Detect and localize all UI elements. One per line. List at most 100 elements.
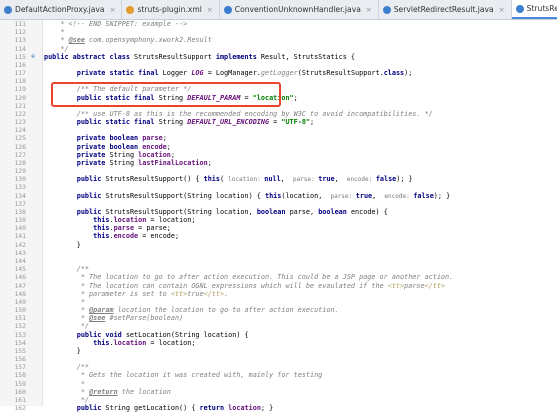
highlight-annotation-box	[51, 82, 281, 107]
close-icon[interactable]: ×	[366, 6, 372, 14]
code-token: public abstract class	[44, 52, 135, 61]
line-number: 118	[14, 77, 26, 86]
code-text: }	[44, 241, 81, 249]
code-token: private boolean	[44, 142, 143, 151]
code-token: parse:	[330, 192, 356, 200]
code-token: = encode;	[138, 232, 180, 241]
code-token: = parse;	[134, 224, 171, 233]
code-text: * @return the location	[44, 388, 171, 396]
code-token: location	[113, 216, 147, 225]
code-token: ); }	[433, 191, 451, 200]
line-number: 124	[14, 126, 26, 135]
code-token: "UTF-8"	[281, 118, 311, 127]
code-line: 114 */	[0, 45, 557, 53]
code-token: @return	[89, 387, 118, 396]
code-token: private static final	[44, 69, 163, 78]
code-token: location:	[228, 176, 265, 184]
code-token: setLocation(String location) {	[125, 330, 249, 339]
line-number: 156	[14, 355, 26, 364]
close-icon[interactable]: ×	[207, 6, 213, 14]
line-number: 142	[14, 240, 26, 249]
tab-label: ConventionUnknownHandler.java	[234, 5, 361, 14]
code-text: */	[44, 322, 89, 330]
code-token: Logger	[162, 69, 192, 78]
gutter-marker-icon[interactable]: ⊕	[28, 53, 38, 61]
line-number: 140	[14, 224, 26, 233]
close-icon[interactable]: ×	[110, 6, 116, 14]
code-line: 125 private boolean parse;	[0, 134, 557, 142]
code-token: ;	[207, 158, 212, 167]
line-number: 147	[14, 281, 26, 290]
code-token: true	[355, 191, 373, 200]
tab-defaultactionproxy-java[interactable]: DefaultActionProxy.java ×	[0, 0, 123, 19]
code-line: 143	[0, 249, 557, 257]
code-token: StrutsResultSupport(String location) {	[105, 191, 265, 200]
code-line: 159 *	[0, 380, 557, 388]
tab-conventionunknownhandler-java[interactable]: ConventionUnknownHandler.java ×	[220, 0, 379, 19]
code-line: 162 public String getLocation() { return…	[0, 404, 557, 412]
code-line: 127 private String location;	[0, 151, 557, 159]
code-text: public StrutsResultSupport(String locati…	[44, 208, 388, 216]
code-token: (location,	[281, 191, 331, 200]
code-token: null	[264, 175, 281, 184]
code-token: public	[44, 404, 106, 412]
line-number: 154	[14, 338, 26, 347]
close-icon[interactable]: ×	[499, 6, 505, 14]
code-token: *	[44, 28, 65, 37]
code-line: 124	[0, 126, 557, 134]
tab-strutsresultsupport-java[interactable]: StrutsResultSupport.java×	[511, 0, 557, 19]
code-line: 153 public void setLocation(String locat…	[0, 331, 557, 339]
code-token: );	[404, 69, 413, 78]
tab-label: struts-plugin.xml	[137, 5, 202, 14]
code-text: *	[44, 298, 85, 306]
tab-servletredirectresult-java[interactable]: ServletRedirectResult.java ×	[379, 0, 512, 19]
code-line: 150 * @param location the location to go…	[0, 306, 557, 314]
code-token: *	[44, 379, 85, 388]
code-token: this	[44, 338, 110, 347]
line-number: 149	[14, 297, 26, 306]
tab-struts-plugin-xml[interactable]: struts-plugin.xml ×	[122, 0, 220, 19]
code-line: 156	[0, 355, 557, 363]
code-token: getLogger	[260, 69, 298, 78]
code-token: *	[44, 306, 90, 315]
tab-label: ServletRedirectResult.java	[393, 5, 494, 14]
line-number: 144	[14, 256, 26, 265]
code-token: StrutsResultSupport(String location,	[105, 207, 257, 216]
code-token: com.opensymphony.xwork2.Result	[84, 36, 212, 45]
code-text: public static final String DEFAULT_URL_E…	[44, 118, 314, 126]
line-number: 112	[14, 28, 26, 37]
code-token: ;	[162, 134, 167, 143]
code-token: private boolean	[44, 134, 143, 143]
code-line: 134 public StrutsResultSupport(String lo…	[0, 192, 557, 200]
line-number: 127	[14, 150, 26, 159]
code-token: ;	[166, 142, 171, 151]
code-line: 158 * Gets the location it was created w…	[0, 371, 557, 379]
code-text: private boolean parse;	[44, 134, 167, 142]
code-text: private static final Logger LOG = LogMan…	[44, 69, 413, 78]
code-token: = LogManager.	[203, 69, 261, 78]
code-token: ,	[372, 191, 385, 200]
code-line: 140 this.parse = parse;	[0, 224, 557, 232]
file-type-icon	[126, 5, 135, 14]
code-token: *	[44, 314, 90, 323]
code-token: false	[375, 175, 397, 184]
code-text: * @see com.opensymphony.xwork2.Result	[44, 36, 212, 45]
code-token: String getLocation() {	[105, 404, 200, 412]
code-line: 116	[0, 61, 557, 69]
tab-label: DefaultActionProxy.java	[15, 5, 105, 14]
code-text: * The location to go to after action exe…	[44, 273, 453, 281]
code-token: .	[224, 289, 229, 298]
code-token: parse	[404, 281, 425, 290]
code-text: public abstract class StrutsResultSuppor…	[44, 53, 355, 61]
line-number: 153	[14, 330, 26, 339]
code-token: ;	[310, 118, 315, 127]
code-token: parse,	[289, 207, 319, 216]
line-number: 162	[14, 404, 26, 412]
code-token: </tt>	[424, 281, 446, 290]
code-line: 123 public static final String DEFAULT_U…	[0, 118, 557, 126]
tab-label: StrutsResultSupport.java	[526, 4, 557, 13]
code-token: ,	[280, 175, 293, 184]
line-number: 126	[14, 142, 26, 151]
code-token: * The location to go to after action exe…	[44, 273, 454, 282]
code-editor[interactable]: 111 * <!-- END SNIPPET: example --> 112 *…	[0, 20, 557, 412]
